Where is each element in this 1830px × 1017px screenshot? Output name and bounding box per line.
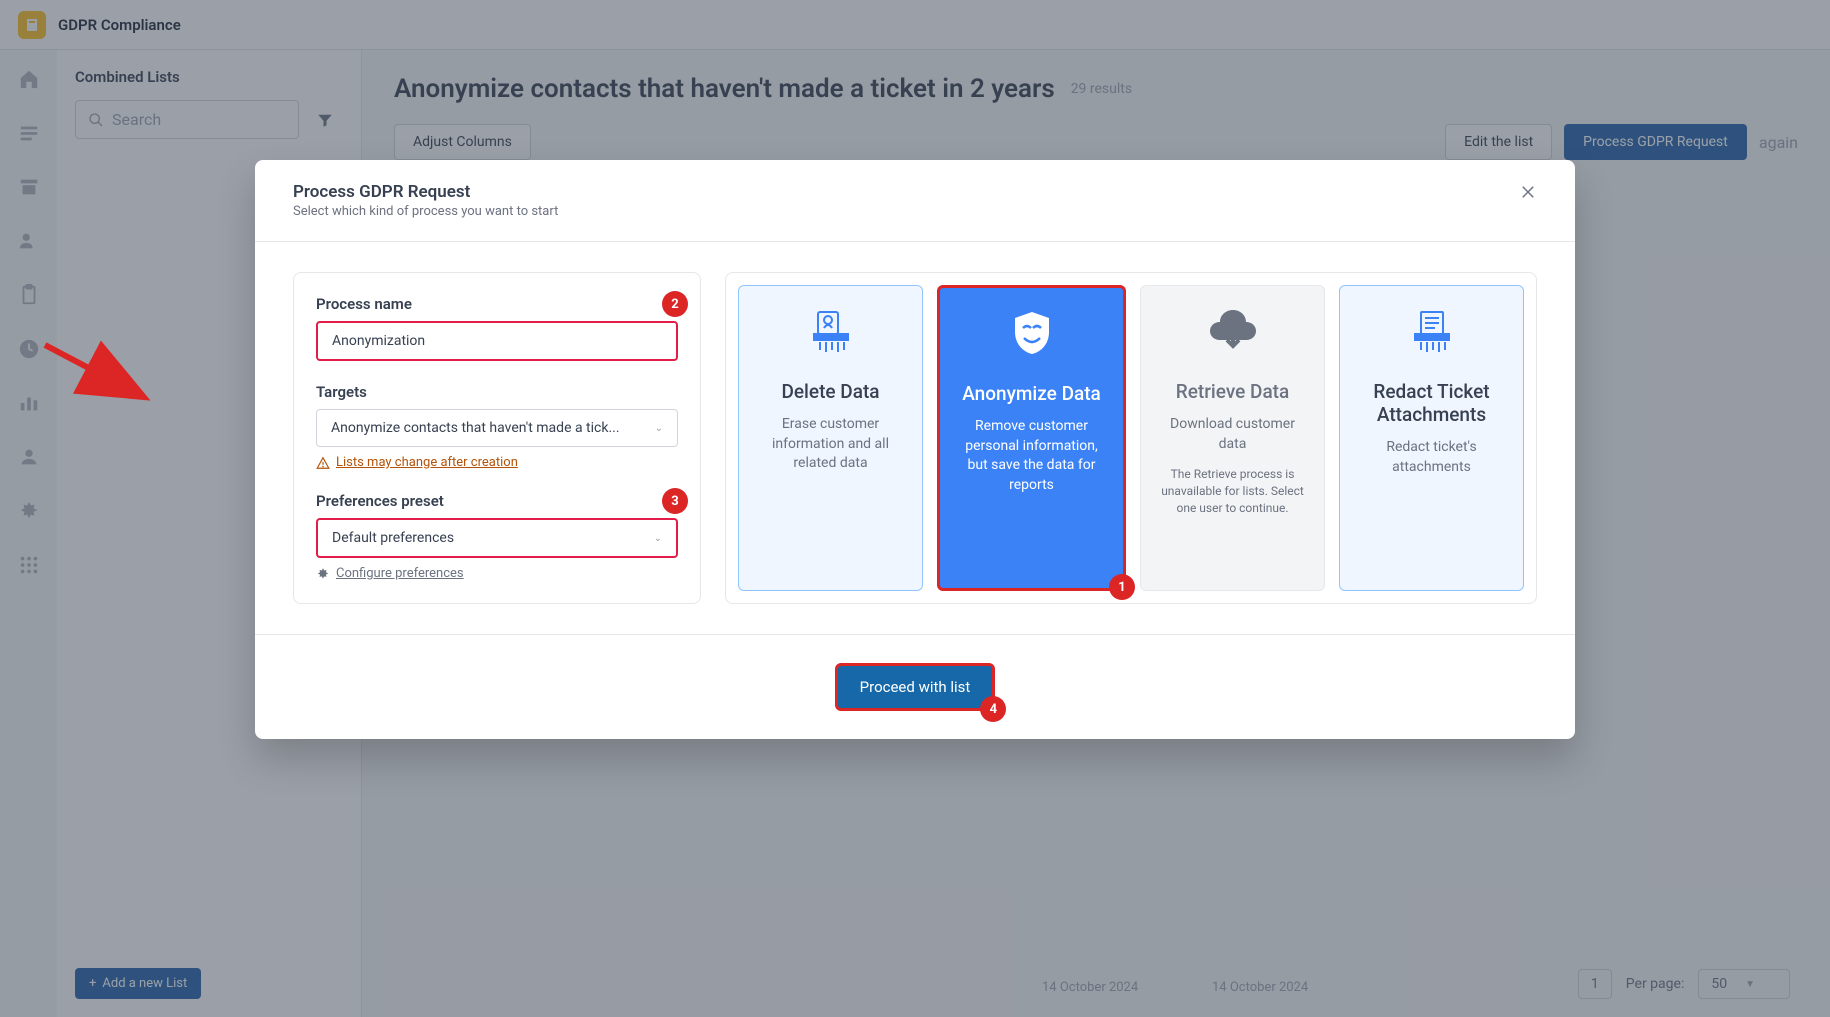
option-delete-data[interactable]: Delete Data Erase customer information a… [738, 285, 923, 591]
chevron-down-icon: ⌄ [655, 423, 663, 434]
option-desc: Redact ticket's attachments [1354, 438, 1509, 477]
preset-select[interactable]: Default preferences ⌄ [316, 518, 678, 558]
modal-subtitle: Select which kind of process you want to… [293, 204, 1537, 219]
option-desc: Download customer data [1155, 415, 1310, 454]
targets-label: Targets [316, 383, 678, 401]
option-title: Redact Ticket Attachments [1354, 380, 1509, 426]
step-badge-2: 2 [662, 291, 688, 317]
option-title: Delete Data [781, 380, 879, 403]
option-title: Retrieve Data [1176, 380, 1290, 403]
process-name-label: Process name [316, 295, 678, 313]
preset-label: Preferences preset [316, 492, 678, 510]
form-panel: Process name Anonymization 2 Targets Ano… [293, 272, 701, 604]
modal-overlay: Process GDPR Request Select which kind o… [0, 0, 1830, 1017]
modal-footer: Proceed with list 4 [255, 634, 1575, 739]
modal-title: Process GDPR Request [293, 182, 1537, 202]
option-note: The Retrieve process is unavailable for … [1155, 466, 1310, 516]
warning-icon [316, 456, 330, 470]
option-title: Anonymize Data [962, 382, 1101, 405]
gear-icon [316, 567, 330, 581]
option-desc: Erase customer information and all relat… [753, 415, 908, 474]
option-desc: Remove customer personal information, bu… [954, 417, 1109, 495]
close-icon [1519, 183, 1537, 201]
chevron-down-icon: ⌄ [654, 533, 662, 544]
option-redact-attachments[interactable]: Redact Ticket Attachments Redact ticket'… [1339, 285, 1524, 591]
shredder-icon [806, 304, 856, 358]
options-panel: Delete Data Erase customer information a… [725, 272, 1537, 604]
configure-preferences-link[interactable]: Configure preferences [316, 566, 678, 581]
mask-icon [1007, 306, 1057, 360]
option-retrieve-data: Retrieve Data Download customer data The… [1140, 285, 1325, 591]
targets-warning-link[interactable]: Lists may change after creation [316, 455, 678, 470]
modal-header: Process GDPR Request Select which kind o… [255, 160, 1575, 242]
step-badge-1: 1 [1109, 574, 1135, 600]
process-name-input[interactable]: Anonymization [316, 321, 678, 361]
targets-select[interactable]: Anonymize contacts that haven't made a t… [316, 409, 678, 447]
shredder-doc-icon [1407, 304, 1457, 358]
download-cloud-icon [1206, 304, 1260, 358]
step-badge-4: 4 [980, 696, 1006, 722]
option-anonymize-data[interactable]: Anonymize Data Remove customer personal … [937, 285, 1126, 591]
proceed-button[interactable]: Proceed with list 4 [835, 663, 996, 711]
annotation-arrow [40, 340, 160, 430]
close-button[interactable] [1519, 182, 1537, 206]
step-badge-3: 3 [662, 488, 688, 514]
gdpr-modal: Process GDPR Request Select which kind o… [255, 160, 1575, 739]
